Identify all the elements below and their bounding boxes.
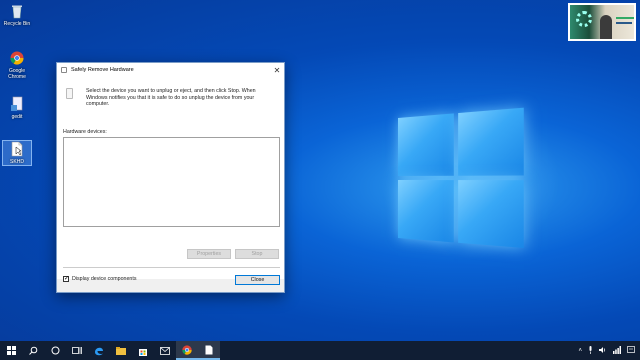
store-icon[interactable]	[132, 341, 154, 360]
chrome-taskbar-icon[interactable]	[176, 341, 198, 360]
chrome-label: Google Chrome	[8, 68, 26, 80]
file-explorer-icon[interactable]	[110, 341, 132, 360]
system-tray: ˄	[575, 341, 638, 360]
hardware-devices-label: Hardware devices:	[63, 129, 107, 135]
display-components-checkbox[interactable]: ✓	[63, 276, 69, 282]
display-components-row[interactable]: ✓ Display device components	[63, 276, 136, 282]
desktop-icon-gedit[interactable]: gedit	[2, 96, 32, 120]
task-view-icon[interactable]	[66, 341, 88, 360]
desktop-icon-chrome[interactable]: Google Chrome	[2, 50, 32, 80]
usb-drive-icon	[66, 88, 73, 99]
windows-logo-wallpaper	[398, 107, 526, 250]
search-icon[interactable]	[22, 341, 44, 360]
cortana-icon[interactable]	[44, 341, 66, 360]
properties-button[interactable]: Properties	[187, 249, 231, 259]
edge-icon[interactable]	[88, 341, 110, 360]
gedit-label: gedit	[11, 114, 23, 120]
safely-remove-hardware-dialog: Safely Remove Hardware ✕ Select the devi…	[56, 62, 285, 293]
dialog-body: Select the device you want to unplug or …	[57, 77, 284, 282]
mail-icon[interactable]	[154, 341, 176, 360]
skhd-label: SKHD	[10, 159, 24, 165]
chevron-up-icon[interactable]: ˄	[578, 348, 582, 354]
dialog-instructions: Select the device you want to unplug or …	[86, 88, 256, 107]
divider	[63, 267, 280, 268]
dialog-titlebar[interactable]: Safely Remove Hardware ✕	[57, 63, 284, 77]
hardware-devices-list[interactable]	[63, 137, 280, 227]
close-icon[interactable]: ✕	[270, 63, 284, 77]
display-components-label: Display device components	[72, 276, 137, 282]
recycle-bin-label: Recycle Bin	[3, 21, 31, 27]
network-icon[interactable]	[613, 345, 621, 356]
windows-start-icon[interactable]	[0, 341, 22, 360]
dialog-title: Safely Remove Hardware	[71, 67, 134, 73]
desktop-icon-recycle-bin[interactable]: Recycle Bin	[2, 3, 32, 27]
usb-device-icon	[61, 67, 67, 73]
speaker-icon[interactable]	[599, 346, 607, 356]
stop-button[interactable]: Stop	[235, 249, 279, 259]
document-taskbar-icon[interactable]	[198, 341, 220, 360]
chrome-icon	[10, 51, 24, 65]
close-button[interactable]: Close	[235, 275, 280, 285]
recycle-bin-icon	[12, 5, 22, 19]
file-icon	[11, 141, 23, 157]
microphone-icon[interactable]	[588, 345, 593, 356]
gedit-icon	[11, 96, 23, 111]
presenter-thumbnail	[568, 3, 636, 41]
notification-icon[interactable]	[627, 345, 635, 356]
taskbar: ˄	[0, 341, 640, 360]
desktop-icon-skhd[interactable]: SKHD	[2, 140, 32, 166]
